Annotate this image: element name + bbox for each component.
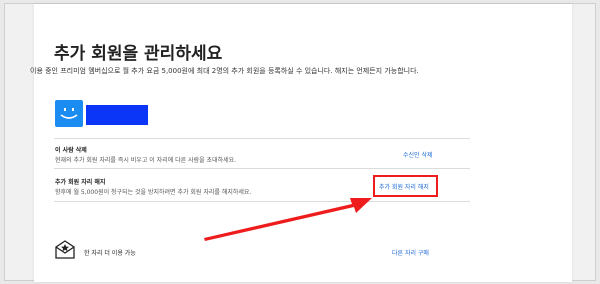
profile-avatar [55, 100, 83, 127]
page-title: 추가 회원을 관리하세요 [54, 44, 223, 64]
divider [54, 168, 470, 169]
buy-extra-seat-link[interactable]: 다른 자리 구매 [392, 248, 429, 257]
divider [54, 201, 470, 202]
smiley-profile-icon [60, 108, 78, 119]
divider [54, 138, 470, 139]
page-subtitle: 이용 중인 프리미엄 멤버십으로 월 추가 요금 5,000원에 최대 2명의 … [30, 67, 419, 75]
extra-seat-available-text: 한 자리 더 이용 가능 [84, 250, 136, 257]
cancel-seat-link[interactable]: 추가 회원 자리 해지 [379, 182, 429, 191]
remove-recipient-link[interactable]: 수신인 삭제 [403, 150, 433, 159]
remove-person-description: 현재의 추가 회원 자리를 즉시 비우고 이 자리에 다른 사람을 초대하세요. [55, 157, 237, 164]
redacted-member-name [86, 105, 148, 125]
envelope-star-icon [55, 240, 75, 259]
cancel-seat-description: 향후에 월 5,000원이 청구되는 것을 방지하려면 추가 회원 자리를 해지… [55, 189, 252, 196]
remove-person-title: 이 사람 삭제 [55, 147, 87, 154]
cancel-seat-title: 추가 회원 자리 해지 [55, 179, 106, 186]
